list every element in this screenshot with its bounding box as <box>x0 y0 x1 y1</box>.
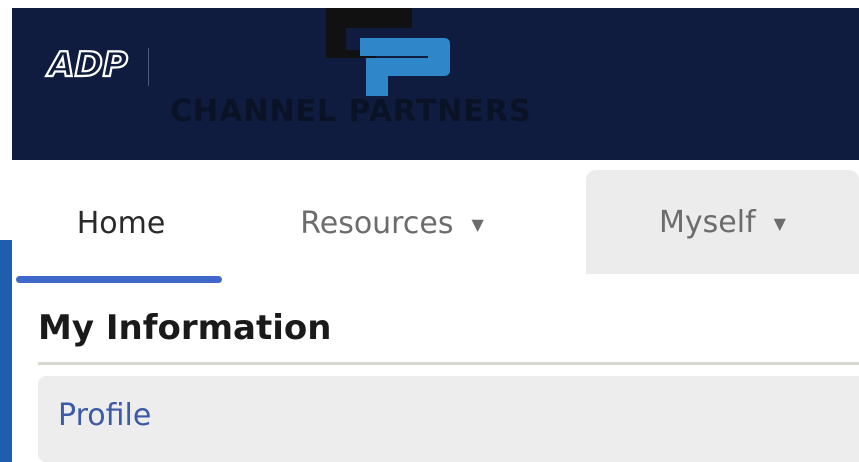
main-nav: Home Resources ▼ Myself ▼ <box>12 160 859 288</box>
active-tab-indicator <box>16 276 222 283</box>
tab-myself-label: Myself <box>659 204 756 240</box>
tab-resources[interactable]: Resources ▼ <box>262 172 522 274</box>
caret-down-icon: ▼ <box>471 214 484 234</box>
channel-partners-mark-icon <box>326 8 450 96</box>
tab-resources-label: Resources <box>300 205 454 241</box>
header-divider <box>148 48 149 86</box>
section-title: My Information <box>38 308 332 348</box>
profile-link[interactable]: Profile <box>58 398 151 433</box>
profile-item[interactable]: Profile <box>38 376 859 462</box>
channel-partners-wordmark: CHANNEL PARTNERS <box>170 94 532 129</box>
tab-home-label: Home <box>76 205 166 241</box>
svg-text:ADP: ADP <box>45 45 128 85</box>
section-divider <box>38 362 859 365</box>
adp-logo[interactable]: ADP <box>40 42 136 88</box>
left-accent-bar <box>0 240 12 462</box>
page: ADP CHANNEL PARTNERS Home Resources ▼ My… <box>0 0 859 462</box>
tab-myself[interactable]: Myself ▼ <box>586 170 859 274</box>
header-banner: ADP CHANNEL PARTNERS <box>12 8 859 160</box>
tab-home[interactable]: Home <box>22 172 220 274</box>
caret-down-icon: ▼ <box>773 213 786 233</box>
